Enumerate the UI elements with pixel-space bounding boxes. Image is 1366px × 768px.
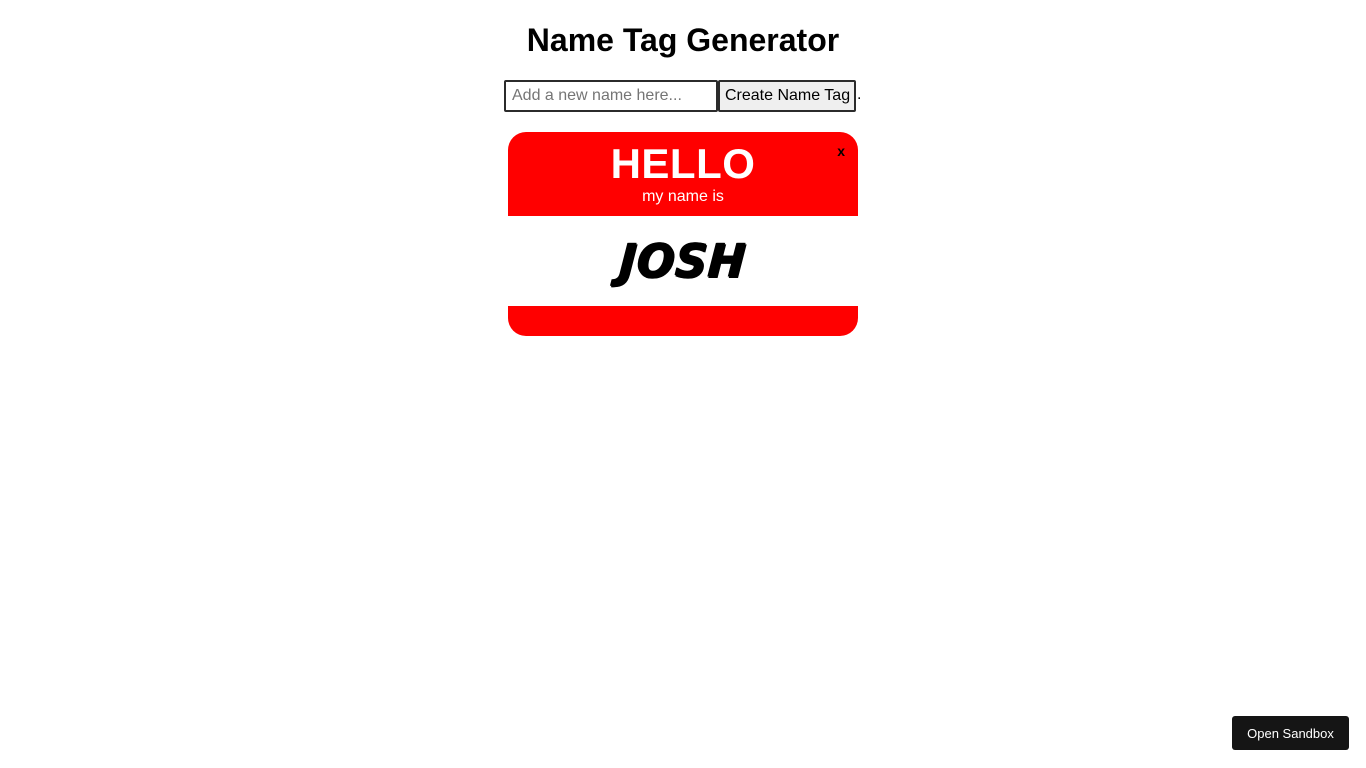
name-form: Create Name Tag . [504, 80, 861, 112]
page-title: Name Tag Generator [526, 22, 840, 58]
trailing-period: . [857, 86, 862, 103]
name-input[interactable] [504, 80, 718, 112]
remove-tag-button[interactable]: x [837, 142, 845, 160]
name-tag-body: JOSH [508, 216, 858, 306]
create-name-tag-button[interactable]: Create Name Tag [718, 80, 856, 112]
name-tag-hello: HELLO [610, 140, 756, 187]
name-tag-subtitle: my name is [642, 188, 724, 205]
name-tag-name: JOSH [617, 234, 749, 288]
name-tag: HELLO my name is x JOSH [508, 132, 858, 336]
open-sandbox-button[interactable]: Open Sandbox [1232, 716, 1349, 750]
page: Name Tag Generator Create Name Tag . HEL… [0, 0, 1366, 768]
